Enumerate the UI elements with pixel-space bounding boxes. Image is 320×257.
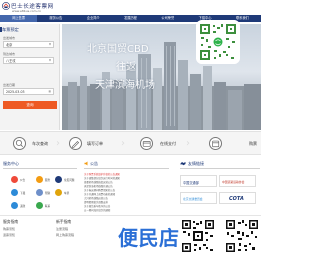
- service-item-label[interactable]: 车票: [64, 191, 69, 195]
- chevron-down-icon: ▼: [49, 43, 51, 46]
- nav-item-online-tickets[interactable]: 网上售票: [0, 15, 38, 22]
- divider: [3, 168, 77, 169]
- ticket-icon[interactable]: [55, 189, 62, 196]
- booking-steps-strip: 车次查询 › 填写订单 › 在线支付 › 购票: [0, 131, 261, 155]
- step-order-label: 填写订单: [87, 140, 103, 146]
- guide-link[interactable]: 网上购票流程: [56, 233, 74, 237]
- from-city-value: 北京: [6, 43, 13, 47]
- logo-icon[interactable]: [2, 2, 10, 10]
- to-label: 到达城市: [3, 52, 16, 56]
- divider: [84, 168, 169, 169]
- partner-name: 北京交通委员会: [183, 196, 203, 201]
- date-field[interactable]: 2025-03-03 ▦: [3, 88, 54, 95]
- qr-code-icon: [196, 20, 240, 64]
- ticket-icon: [209, 137, 222, 150]
- step-ticket[interactable]: 购票: [195, 132, 261, 156]
- nav-item-company-intro[interactable]: 企业简介: [75, 15, 112, 22]
- arrow-right-icon: ›: [121, 138, 125, 149]
- booking-title: 车票预定: [2, 27, 19, 32]
- service-center-title: 服务中心: [3, 161, 19, 166]
- service-item-label[interactable]: 退款: [20, 204, 25, 208]
- notice-title: 公告: [90, 161, 98, 166]
- handshake-icon: [180, 162, 186, 166]
- partner-name: 中国道路运输协会: [222, 179, 245, 184]
- card-icon: [140, 137, 153, 150]
- speaker-icon: [84, 161, 88, 166]
- refund-icon[interactable]: [11, 202, 18, 209]
- guide-link[interactable]: 注册流程: [56, 227, 68, 231]
- step-search-label: 车次查询: [32, 140, 48, 146]
- partner-link[interactable]: COTA: [219, 192, 256, 204]
- step-ticket-label: 购票: [249, 140, 257, 146]
- notice-item[interactable]: 五一期间加开班次的通知: [84, 208, 110, 212]
- download-icon[interactable]: [11, 189, 18, 196]
- search-icon: [13, 137, 26, 150]
- service-item-label[interactable]: 联系: [45, 204, 50, 208]
- banner-line-3: 天津滨海机场: [95, 80, 155, 91]
- partner-link[interactable]: 中国交通部: [180, 175, 217, 187]
- booking-panel: 车票预定 出发城市 北京 ▼ 到达城市 八王坟 ▼ 出发日期 2025-03-0…: [0, 24, 60, 130]
- to-city-select[interactable]: 八王坟 ▼: [3, 57, 54, 64]
- to-city-value: 八王坟: [6, 59, 16, 63]
- banner-line-1: 北京国贸CBD: [87, 44, 149, 55]
- service-item-label[interactable]: 下载: [20, 191, 25, 195]
- pencil-icon: [69, 137, 82, 150]
- from-label: 出发城市: [3, 36, 16, 40]
- chevron-down-icon: ▼: [49, 59, 51, 62]
- partner-name: 中国交通部: [183, 180, 199, 185]
- newbie-guide-title: 新手指南: [56, 219, 72, 224]
- faq-icon[interactable]: [55, 176, 62, 183]
- date-label: 出发日期: [3, 83, 16, 87]
- step-pay-label: 在线支付: [160, 140, 176, 146]
- qr-code-icon: [181, 219, 215, 253]
- logo-url: www.e8bus.com.cn: [12, 8, 42, 13]
- help-icon[interactable]: [36, 189, 43, 196]
- partner-link[interactable]: 北京交通委员会: [180, 192, 217, 204]
- service-item-label[interactable]: 公告: [20, 178, 25, 182]
- divider: [180, 168, 260, 169]
- search-button[interactable]: 查询: [3, 101, 57, 109]
- guide-link[interactable]: 退票须知: [3, 233, 15, 237]
- calendar-icon: ▦: [48, 90, 51, 93]
- site-header: 巴士长途客票网 www.e8bus.com.cn: [0, 0, 261, 14]
- service-icon[interactable]: [36, 176, 43, 183]
- service-item-label[interactable]: 常见问题: [64, 178, 74, 182]
- service-item-label[interactable]: 帮助: [45, 191, 50, 195]
- watermark-text: 便民店: [118, 226, 180, 250]
- partners-title: 友情链接: [188, 161, 204, 166]
- announcement-icon[interactable]: [11, 176, 18, 183]
- contact-icon[interactable]: [36, 202, 43, 209]
- arrow-right-icon: ›: [186, 138, 190, 149]
- nav-item-honors[interactable]: 公司荣誉: [149, 15, 186, 22]
- guide-title: 服务指南: [3, 219, 19, 224]
- banner-line-2: 往返: [116, 62, 136, 73]
- service-item-label[interactable]: 服务: [45, 178, 50, 182]
- partner-link[interactable]: 中国道路运输协会: [219, 175, 256, 187]
- from-city-select[interactable]: 北京 ▼: [3, 41, 54, 48]
- nav-item-history[interactable]: 发展历程: [112, 15, 149, 22]
- qr-code-icon: [225, 219, 259, 253]
- nav-item-announcements[interactable]: 服务公告: [37, 15, 74, 22]
- guide-link[interactable]: 购票须知: [3, 227, 15, 231]
- arrow-right-icon: ›: [56, 138, 60, 149]
- partner-name: COTA: [229, 195, 244, 202]
- date-value: 2025-03-03: [6, 90, 25, 94]
